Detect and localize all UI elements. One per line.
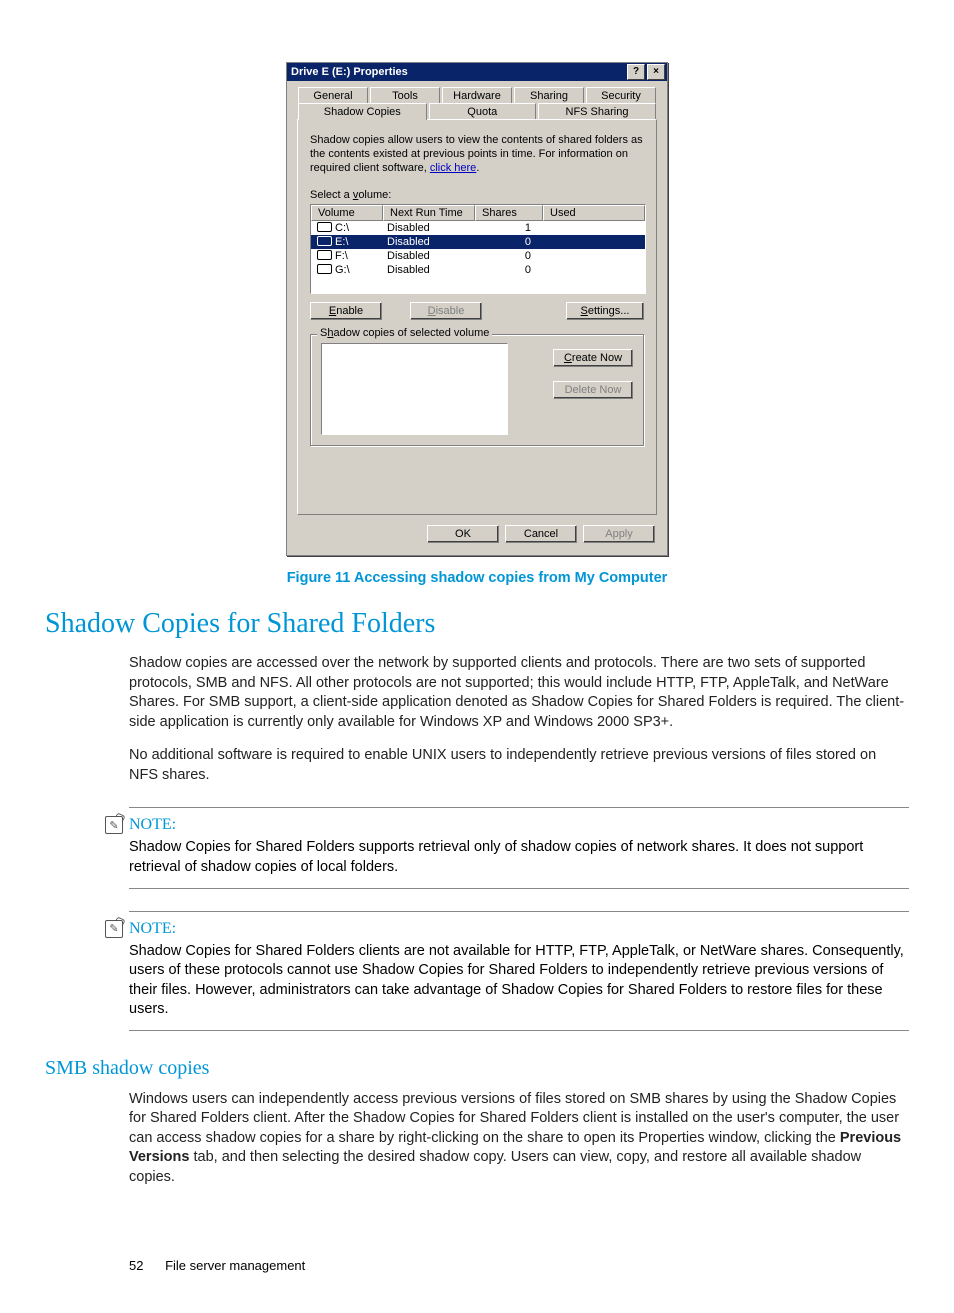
note-block-1: ✎ NOTE: Shadow Copies for Shared Folders… [129, 807, 909, 888]
delete-now-button: Delete Now [553, 381, 633, 399]
note-text-2: Shadow Copies for Shared Folders clients… [129, 942, 909, 1020]
settings-button[interactable]: Settings... [566, 302, 644, 320]
properties-dialog: Drive E (E:) Properties ? × General Tool… [286, 62, 668, 556]
drive-icon [317, 236, 332, 246]
description-suffix: . [476, 162, 479, 174]
table-row[interactable]: E:\Disabled0 [311, 235, 645, 249]
note-label: NOTE: [129, 816, 176, 834]
ok-button[interactable]: OK [427, 525, 499, 543]
tab-nfs-sharing[interactable]: NFS Sharing [538, 103, 656, 120]
table-row[interactable]: G:\Disabled0 [311, 263, 645, 277]
volume-buttons: Enable Disable Settings... [310, 302, 644, 320]
figure-caption: Figure 11 Accessing shadow copies from M… [45, 570, 909, 586]
paragraph-3: Windows users can independently access p… [129, 1090, 909, 1188]
table-row[interactable]: F:\Disabled0 [311, 249, 645, 263]
tab-shadow-copies[interactable]: Shadow Copies [298, 103, 427, 120]
tab-sharing[interactable]: Sharing [514, 87, 584, 104]
titlebar: Drive E (E:) Properties ? × [287, 63, 667, 81]
selected-volume-fieldset: Shadow copies of selected volume Create … [310, 334, 644, 446]
note-icon: ✎ [105, 920, 123, 938]
paragraph-3a: Windows users can independently access p… [129, 1091, 899, 1146]
volume-table-header: Volume Next Run Time Shares Used [311, 205, 645, 221]
create-now-button[interactable]: Create Now [553, 349, 633, 367]
tab-tools[interactable]: Tools [370, 87, 440, 104]
help-icon[interactable]: ? [627, 64, 645, 80]
table-row[interactable]: C:\Disabled1 [311, 221, 645, 235]
window-title: Drive E (E:) Properties [291, 66, 625, 78]
paragraph-1: Shadow copies are accessed over the netw… [129, 654, 909, 732]
dialog-footer: OK Cancel Apply [297, 525, 657, 545]
tab-hardware[interactable]: Hardware [442, 87, 512, 104]
drive-icon [317, 250, 332, 260]
tabstrip-row-1: General Tools Hardware Sharing Security [297, 87, 657, 104]
apply-button: Apply [583, 525, 655, 543]
close-icon[interactable]: × [647, 64, 665, 80]
note-block-2: ✎ NOTE: Shadow Copies for Shared Folders… [129, 911, 909, 1031]
enable-button[interactable]: Enable [310, 302, 382, 320]
header-next-run[interactable]: Next Run Time [383, 205, 475, 221]
click-here-link[interactable]: click here [430, 162, 476, 174]
cancel-button[interactable]: Cancel [505, 525, 577, 543]
fieldset-legend: Shadow copies of selected volume [317, 327, 492, 339]
note-label: NOTE: [129, 920, 176, 938]
header-shares[interactable]: Shares [475, 205, 543, 221]
note-icon: ✎ [105, 816, 123, 834]
heading-shadow-copies: Shadow Copies for Shared Folders [45, 608, 909, 640]
snapshot-list[interactable] [321, 343, 508, 435]
tabstrip-row-2: Shadow Copies Quota NFS Sharing [297, 103, 657, 120]
drive-icon [317, 264, 332, 274]
heading-smb: SMB shadow copies [45, 1057, 909, 1080]
volume-table[interactable]: Volume Next Run Time Shares Used C:\Disa… [310, 204, 646, 294]
header-volume[interactable]: Volume [311, 205, 383, 221]
tab-panel-shadow-copies: Shadow copies allow users to view the co… [297, 119, 657, 515]
header-used[interactable]: Used [543, 205, 645, 221]
tab-quota[interactable]: Quota [429, 103, 536, 120]
tab-general[interactable]: General [298, 87, 368, 104]
note-text-1: Shadow Copies for Shared Folders support… [129, 838, 909, 877]
disable-button: Disable [410, 302, 482, 320]
paragraph-3b: tab, and then selecting the desired shad… [129, 1149, 861, 1185]
page-number: 52 [129, 1258, 143, 1273]
select-volume-label: Select a volume: [310, 189, 644, 201]
footer-section: File server management [165, 1258, 305, 1273]
paragraph-2: No additional software is required to en… [129, 746, 909, 785]
description-text: Shadow copies allow users to view the co… [310, 134, 644, 175]
page-footer: 52 File server management [129, 1258, 909, 1273]
tab-security[interactable]: Security [586, 87, 656, 104]
drive-icon [317, 222, 332, 232]
